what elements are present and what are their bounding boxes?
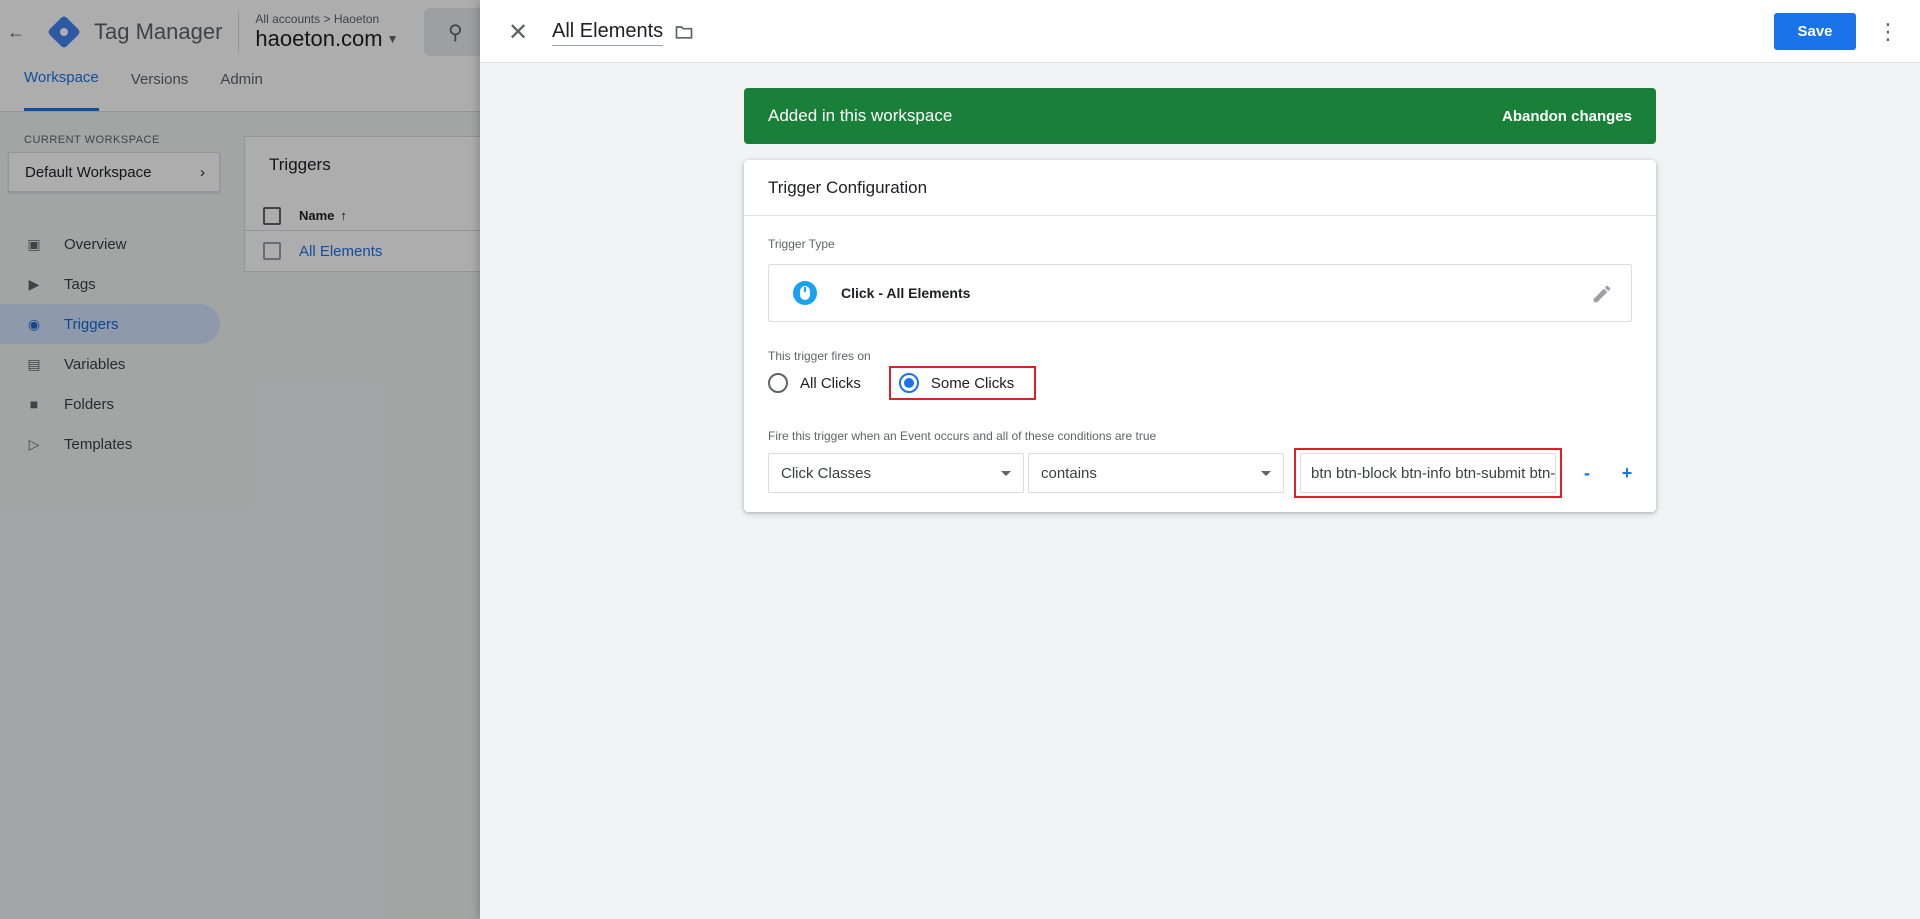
trigger-type-selector[interactable]: Click - All Elements <box>768 264 1632 322</box>
dropdown-arrow-icon <box>1001 470 1011 476</box>
add-condition-button[interactable]: + <box>1612 458 1642 488</box>
radio-unchecked-icon[interactable] <box>768 373 788 393</box>
remove-condition-button[interactable]: - <box>1572 458 1602 488</box>
radio-checked-icon[interactable] <box>898 373 919 393</box>
fires-on-radio-group: All Clicks Some Clicks <box>768 366 1037 400</box>
scrim-overlay[interactable] <box>0 0 480 919</box>
dropdown-arrow-icon <box>1261 470 1271 476</box>
folder-icon[interactable] <box>674 22 694 42</box>
fires-on-label: This trigger fires on <box>768 349 871 363</box>
more-vert-icon[interactable]: ⋮ <box>1874 16 1902 48</box>
mouse-click-icon <box>793 281 817 305</box>
pencil-edit-icon[interactable] <box>1591 283 1613 305</box>
radio-some-clicks[interactable]: Some Clicks <box>888 366 1037 400</box>
trigger-type-label: Trigger Type <box>768 237 835 251</box>
trigger-configuration-card: Trigger Configuration Trigger Type Click… <box>744 160 1656 512</box>
save-button[interactable]: Save <box>1774 13 1856 50</box>
abandon-changes-button[interactable]: Abandon changes <box>1502 108 1632 125</box>
radio-all-clicks-label[interactable]: All Clicks <box>800 375 861 392</box>
radio-all-clicks[interactable]: All Clicks <box>768 366 861 400</box>
radio-some-clicks-label[interactable]: Some Clicks <box>931 375 1014 392</box>
condition-value-input[interactable]: btn btn-block btn-info btn-submit btn-lg <box>1300 453 1556 493</box>
workspace-status-banner: Added in this workspace Abandon changes <box>744 88 1656 144</box>
operator-select[interactable]: contains <box>1028 453 1284 493</box>
variable-select-value: Click Classes <box>781 464 872 482</box>
trigger-name-title[interactable]: All Elements <box>552 20 664 46</box>
variable-select[interactable]: Click Classes <box>768 453 1024 493</box>
panel-header: ✕ All Elements Save ⋮ <box>480 0 1920 63</box>
trigger-editor-panel: ✕ All Elements Save ⋮ Added in this work… <box>480 0 1920 919</box>
conditions-label: Fire this trigger when an Event occurs a… <box>768 429 1157 443</box>
banner-text: Added in this workspace <box>768 106 953 125</box>
value-input-highlight: btn btn-block btn-info btn-submit btn-lg <box>1294 448 1562 498</box>
close-icon[interactable]: ✕ <box>504 18 532 46</box>
trigger-type-name: Click - All Elements <box>841 285 971 301</box>
condition-row: Click Classes contains btn btn-block btn… <box>768 448 1642 498</box>
operator-select-value: contains <box>1041 464 1097 482</box>
card-title: Trigger Configuration <box>744 160 1656 216</box>
